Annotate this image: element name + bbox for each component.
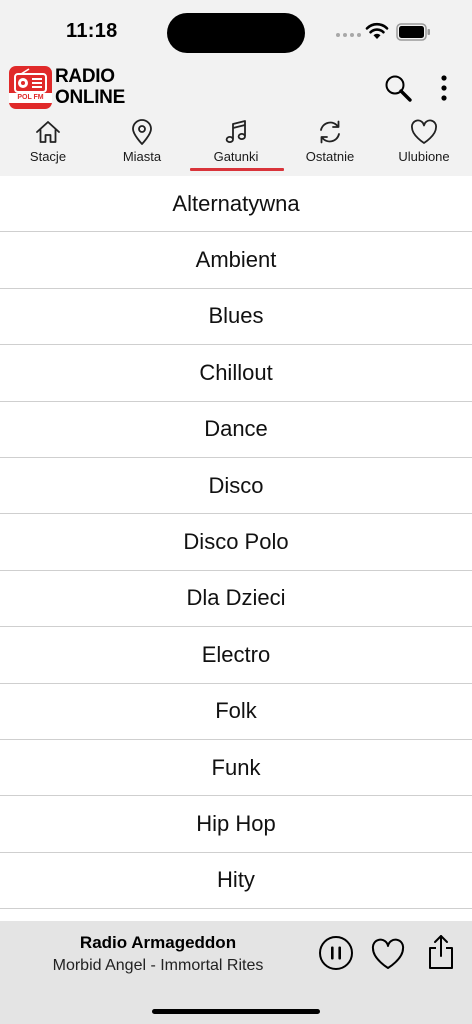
share-icon[interactable] [426, 933, 456, 971]
genre-item[interactable]: Ambient [0, 232, 472, 289]
cellular-signal-icon [336, 33, 361, 37]
tab-gatunki[interactable]: Gatunki [189, 114, 283, 176]
home-indicator[interactable] [152, 1009, 320, 1014]
genre-item[interactable]: Hip Hop [0, 796, 472, 853]
more-options-icon[interactable] [436, 72, 452, 104]
genre-item[interactable]: Hity [0, 853, 472, 910]
location-pin-icon [132, 119, 152, 145]
tab-label: Gatunki [213, 149, 259, 164]
search-icon[interactable] [382, 72, 414, 104]
genre-list: Alternatywna Ambient Blues Chillout Danc… [0, 176, 472, 921]
tab-label: Ostatnie [305, 149, 355, 164]
status-bar: 11:18 [0, 0, 472, 62]
tab-stacje[interactable]: Stacje [1, 114, 95, 176]
home-icon [36, 121, 60, 143]
genre-item[interactable]: Funk [0, 740, 472, 797]
pause-icon[interactable] [318, 935, 354, 971]
battery-icon [396, 23, 430, 41]
logo-badge: POL FM [17, 94, 44, 101]
genre-item[interactable]: Disco Polo [0, 514, 472, 571]
tab-miasta[interactable]: Miasta [95, 114, 189, 176]
genre-item[interactable]: Electro [0, 627, 472, 684]
genre-item[interactable]: Dla Dzieci [0, 571, 472, 628]
genre-item[interactable]: Alternatywna [0, 176, 472, 233]
app-title: RADIO ONLINE [55, 66, 125, 108]
now-playing-track: Morbid Angel - Immortal Rites [52, 957, 264, 974]
app-header: POL FM RADIO ONLINE [0, 62, 472, 114]
active-tab-indicator [190, 168, 284, 171]
radio-logo-icon: POL FM [9, 66, 52, 109]
now-playing-bar[interactable]: Radio Armageddon Morbid Angel - Immortal… [0, 921, 472, 1024]
status-time: 11:18 [66, 20, 118, 42]
wifi-icon [365, 22, 389, 39]
heart-icon [411, 119, 437, 144]
refresh-icon [320, 120, 340, 144]
genre-item[interactable]: Dance [0, 402, 472, 458]
genre-item[interactable]: Disco [0, 458, 472, 515]
tab-label: Ulubione [398, 149, 450, 164]
favorite-heart-icon[interactable] [370, 937, 406, 971]
now-playing-station: Radio Armageddon [79, 933, 237, 952]
genre-item[interactable]: Blues [0, 289, 472, 346]
tab-ulubione[interactable]: Ulubione [377, 114, 471, 176]
tab-ostatnie[interactable]: Ostatnie [283, 114, 377, 176]
tab-label: Miasta [122, 149, 162, 164]
genre-item[interactable]: Folk [0, 684, 472, 740]
app-title-line2: ONLINE [55, 87, 125, 108]
genre-item[interactable]: Chillout [0, 345, 472, 402]
app-title-line1: RADIO [55, 66, 115, 87]
tab-bar: Stacje Miasta Gatunki Ostatnie Ulubione [0, 114, 472, 176]
tab-label: Stacje [29, 149, 67, 164]
music-note-icon [225, 120, 246, 143]
dynamic-island [167, 13, 305, 53]
